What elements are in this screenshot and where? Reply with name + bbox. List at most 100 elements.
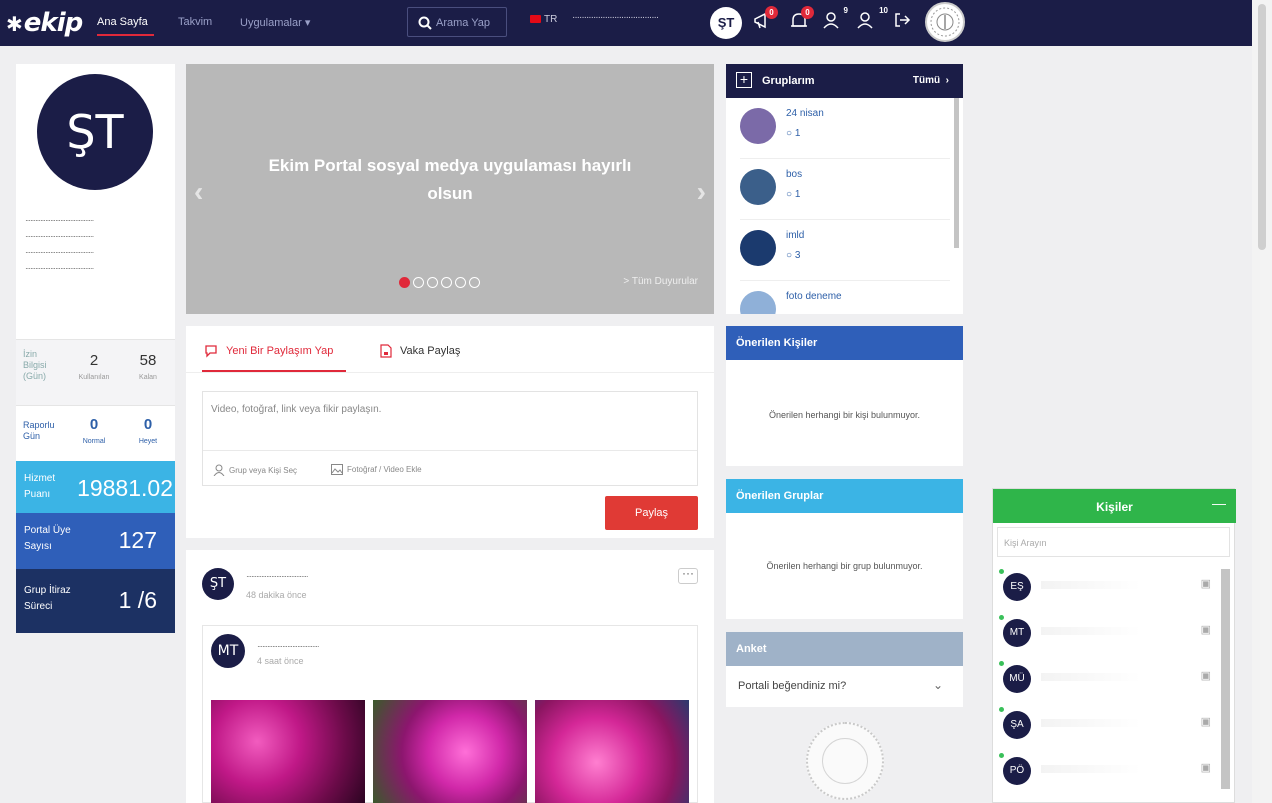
seal-inner-ring [822,738,868,784]
slider-prev-arrow-icon[interactable]: ‹ [194,176,203,208]
contact-name-blurred [1041,765,1141,773]
post-photo[interactable] [535,700,689,803]
report-label: Raporlu Gün [23,420,55,441]
shared-author-name[interactable]: ····································· [257,642,320,651]
contacts-panel: Kişiler — Kişi Arayın EŞ ▣ MT ▣ MÜ ▣ ŞA ▣ PÖ ▣ [992,488,1236,803]
objection-label: Grup İtiraz Süreci [24,585,71,612]
post-photo[interactable] [373,700,527,803]
logo-text: ekip [23,8,83,38]
report-normal-value: 0 [89,416,99,433]
post-input-area[interactable]: Video, fotoğraf, link veya fikir paylaşı… [202,391,698,486]
group-requests-button[interactable]: 10 [852,6,888,36]
group-image [740,169,776,205]
friend-requests-button[interactable]: 9 [818,6,848,36]
logout-button[interactable] [889,10,915,36]
chevron-down-icon[interactable]: ⌄ [933,678,943,692]
profile-avatar[interactable]: ŞT [37,74,153,190]
slider-dot[interactable] [427,277,438,288]
profile-info-line: ········································… [25,248,94,257]
contacts-scrollbar[interactable] [1221,569,1230,789]
contact-row[interactable]: ŞA ▣ [997,701,1217,745]
objection-value: 1 /6 [118,587,157,613]
slider-next-arrow-icon[interactable]: › [697,176,706,208]
profile-info-line: ········································… [25,216,94,225]
contact-row[interactable]: PÖ ▣ [997,747,1217,791]
suggested-groups-title: Önerilen Gruplar [726,479,963,513]
groups-scrollbar[interactable] [954,98,959,248]
shared-post-time: 4 saat önce [257,656,304,666]
contact-name-blurred [1041,673,1141,681]
slider-dot[interactable] [413,277,424,288]
tab-new-post-label: Yeni Bir Paylaşım Yap [226,345,334,357]
contact-avatar[interactable]: MÜ [1003,665,1031,693]
select-group-label: Grup veya Kişi Seç [229,465,298,475]
video-call-icon[interactable]: ▣ [1201,715,1211,728]
post-author-avatar[interactable]: ŞT [202,568,234,600]
poll-title: Anket [726,632,963,666]
contact-name-blurred [1041,581,1141,589]
slider-dot[interactable] [455,277,466,288]
select-group-button[interactable]: Grup veya Kişi Seç [213,464,297,476]
language-selector[interactable]: TR [544,14,557,25]
nav-home[interactable]: Ana Sayfa [97,16,148,28]
slider-dot[interactable] [469,277,480,288]
tab-case-share[interactable]: Vaka Paylaş [380,344,460,358]
contacts-header[interactable]: Kişiler — [993,489,1236,523]
nav-calendar[interactable]: Takvim [178,16,212,28]
friend-requests-count: 9 [843,6,848,15]
contact-avatar[interactable]: EŞ [1003,573,1031,601]
contact-row[interactable]: MÜ ▣ [997,655,1217,699]
ekip-logo[interactable]: ✱ekip [6,8,83,38]
contact-avatar[interactable]: PÖ [1003,757,1031,785]
add-media-button[interactable]: Fotoğraf / Video Ekle [331,464,422,475]
post-more-button[interactable]: ··· [678,567,698,584]
slider-dot[interactable] [441,277,452,288]
share-button[interactable]: Paylaş [605,496,698,530]
feed-post: ŞT ·····································… [186,550,714,803]
user-icon: ○ [786,189,793,200]
nav-apps[interactable]: Uygulamalar ▾ [240,16,310,29]
user-icon: ○ [786,128,793,139]
suggested-people-card: Önerilen Kişiler Önerilen herhangi bir k… [726,326,963,466]
video-call-icon[interactable]: ▣ [1201,669,1211,682]
group-member-count-value: 1 [794,189,801,200]
video-call-icon[interactable]: ▣ [1201,623,1211,636]
search-button[interactable]: Arama Yap [407,7,507,37]
suggested-people-empty: Önerilen herhangi bir kişi bulunmuyor. [768,410,921,420]
group-list-item[interactable]: imld ○ 3 [740,220,950,281]
post-photo[interactable] [211,700,365,803]
group-list-item[interactable]: foto deneme [740,281,950,314]
shared-author-avatar[interactable]: MT [211,634,245,668]
user-avatar[interactable]: ŞT [710,7,742,39]
contact-search-input[interactable]: Kişi Arayın [997,527,1230,557]
all-announcements-link[interactable]: > Tüm Duyurular [623,276,698,287]
group-requests-count: 10 [879,6,888,15]
contact-avatar[interactable]: ŞA [1003,711,1031,739]
turkey-flag-icon[interactable] [530,15,541,23]
group-list-item[interactable]: 24 nisan ○ 1 [740,98,950,159]
video-call-icon[interactable]: ▣ [1201,577,1211,590]
contact-row[interactable]: MT ▣ [997,609,1217,653]
group-name: bos [786,169,803,180]
poll-question[interactable]: Portali beğendiniz mi? [738,680,846,692]
groups-all-link[interactable]: Tümü › [913,75,949,86]
announcements-button[interactable]: 0 [750,6,778,36]
notifications-button[interactable]: 0 [786,6,814,36]
page-scroll-thumb[interactable] [1258,4,1266,250]
minimize-button[interactable]: — [1212,495,1226,511]
post-author-name[interactable]: ····································· [246,572,309,581]
group-list-item[interactable]: bos ○ 1 [740,159,950,220]
video-call-icon[interactable]: ▣ [1201,761,1211,774]
group-member-count-value: 1 [794,128,801,139]
add-group-button[interactable]: + [736,72,752,88]
service-score-row: Hizmet Puanı 19881.02 [16,461,175,513]
slider-dot[interactable] [399,277,410,288]
contact-row[interactable]: EŞ ▣ [997,563,1217,607]
group-image [740,291,776,314]
user-name-masked[interactable]: ····································· [572,12,659,23]
tab-new-post[interactable]: Yeni Bir Paylaşım Yap [204,344,333,358]
contact-avatar[interactable]: MT [1003,619,1031,647]
slider-title[interactable]: Ekim Portal sosyal medya uygulaması hayı… [246,152,654,208]
user-icon: ○ [786,250,793,261]
page-scrollbar[interactable] [1252,0,1272,803]
